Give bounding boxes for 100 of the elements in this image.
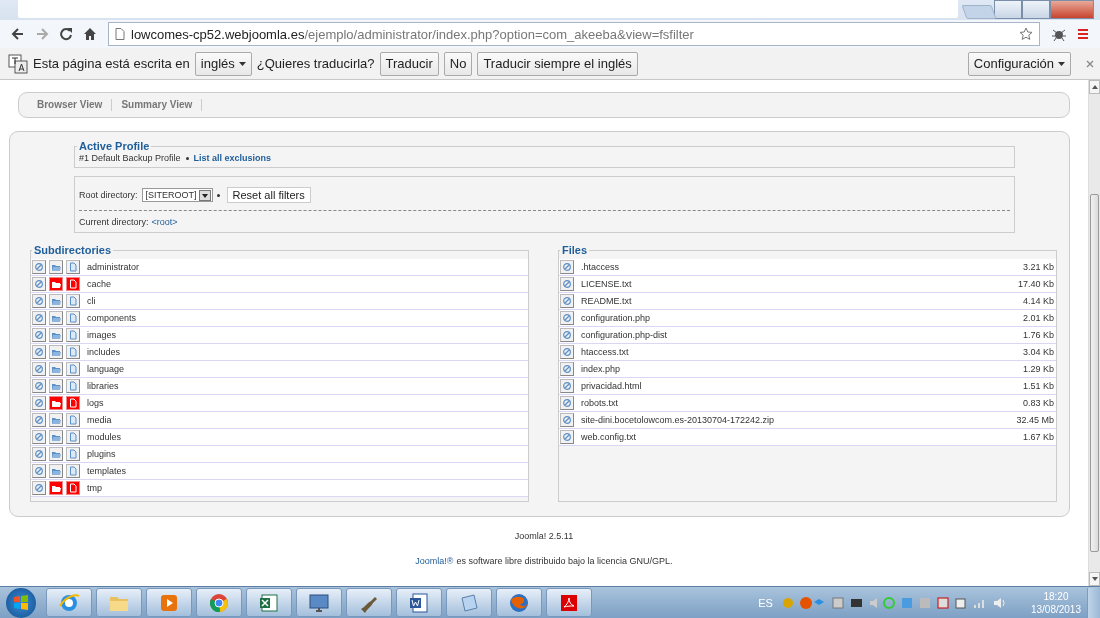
directory-name[interactable]: cli [87,296,96,306]
exclude-button[interactable] [560,345,574,359]
file-toggle-button[interactable] [66,413,80,427]
root-directory-dropdown[interactable]: [SITEROOT] [141,188,213,202]
folder-toggle-button[interactable] [49,447,63,461]
close-button[interactable] [1050,0,1094,19]
folder-toggle-button[interactable] [49,362,63,376]
scroll-up-button[interactable] [1089,80,1100,94]
exclude-button[interactable] [560,379,574,393]
close-icon [1086,59,1094,68]
exclude-button[interactable] [32,311,46,325]
directory-name[interactable]: logs [87,398,104,408]
view-tab[interactable]: Browser View [28,99,113,111]
exclude-button[interactable] [560,328,574,342]
folder-toggle-button[interactable] [49,311,63,325]
file-toggle-button[interactable] [66,396,80,410]
folder-toggle-button[interactable] [49,260,63,274]
file-toggle-button[interactable] [66,362,80,376]
exclude-button[interactable] [32,481,46,495]
translate-option-button[interactable]: Traducir [379,51,439,76]
taskbar-app-button[interactable] [496,588,542,617]
directory-name[interactable]: modules [87,432,122,442]
exclude-button[interactable] [32,277,46,291]
view-tab[interactable]: Summary View [112,99,203,111]
folder-toggle-button[interactable] [49,294,63,308]
file-toggle-button[interactable] [66,345,80,359]
file-toggle-button[interactable] [66,311,80,325]
directory-name[interactable]: administrator [87,262,140,272]
file-toggle-button[interactable] [66,430,80,444]
file-toggle-button[interactable] [66,328,80,342]
exclude-button[interactable] [32,362,46,376]
translate-option-button[interactable]: No [443,51,473,76]
exclude-button[interactable] [560,260,574,274]
language-dropdown[interactable]: inglés [194,51,252,76]
taskbar-app-button[interactable] [246,588,292,617]
taskbar-app-button[interactable] [396,588,442,617]
file-toggle-button[interactable] [66,294,80,308]
scrollbar-thumb[interactable] [1090,194,1099,552]
new-tab-button[interactable] [961,5,997,19]
scroll-down-button[interactable] [1089,572,1100,586]
exclude-button[interactable] [32,447,46,461]
exclude-button[interactable] [560,294,574,308]
directory-name[interactable]: cache [87,279,112,289]
taskbar-app-button[interactable] [46,588,92,617]
exclude-button[interactable] [560,362,574,376]
settings-dropdown[interactable]: Configuración [967,51,1071,76]
file-toggle-button[interactable] [66,277,80,291]
exclude-button[interactable] [560,311,574,325]
maximize-button[interactable] [1022,0,1050,19]
directory-name[interactable]: language [87,364,125,374]
start-button[interactable] [6,587,36,618]
folder-toggle-button[interactable] [49,328,63,342]
directory-name[interactable]: plugins [87,449,116,459]
file-toggle-button[interactable] [66,447,80,461]
directory-name[interactable]: media [87,415,112,425]
directory-name[interactable]: tmp [87,483,102,493]
scrollbar[interactable] [1088,80,1100,586]
directory-name[interactable]: templates [87,466,127,476]
folder-toggle-button[interactable] [49,396,63,410]
taskbar-app-button[interactable] [546,588,592,617]
directory-name[interactable]: libraries [87,381,119,391]
exclude-button[interactable] [32,379,46,393]
address-field[interactable]: lowcomes-cp52.webjoomla.es/ejemplo/administrator/index.php?option=com_akeeba&view=fsfilter [108,22,1040,46]
taskbar-app-button[interactable] [296,588,342,617]
exclude-button[interactable] [32,294,46,308]
file-toggle-button[interactable] [66,481,80,495]
exclude-button[interactable] [560,413,574,427]
translate-option-button[interactable]: Traducir siempre el inglés [477,51,638,76]
folder-toggle-button[interactable] [49,413,63,427]
exclude-button[interactable] [32,464,46,478]
exclude-button[interactable] [32,396,46,410]
exclude-button[interactable] [560,396,574,410]
directory-name[interactable]: components [87,313,137,323]
exclude-button[interactable] [32,328,46,342]
exclude-button[interactable] [32,345,46,359]
taskbar-app-button[interactable] [346,588,392,617]
file-size: 32.45 Mb [1016,415,1055,425]
folder-toggle-button[interactable] [49,430,63,444]
taskbar-app-button[interactable] [196,588,242,617]
exclusions-link[interactable]: List all exclusions [193,153,272,163]
file-toggle-button[interactable] [66,260,80,274]
folder-toggle-button[interactable] [49,345,63,359]
exclude-button[interactable] [32,413,46,427]
joomla-link[interactable]: Joomla!® [415,556,454,566]
folder-toggle-button[interactable] [49,464,63,478]
directory-name[interactable]: images [87,330,116,340]
exclude-button[interactable] [560,430,574,444]
exclude-button[interactable] [32,430,46,444]
minimize-button[interactable] [994,0,1022,19]
reset-filters-button[interactable]: Reset all filters [226,187,311,203]
current-directory-link[interactable]: <root> [151,217,178,227]
exclude-button[interactable] [32,260,46,274]
file-toggle-button[interactable] [66,379,80,393]
folder-toggle-button[interactable] [49,481,63,495]
file-toggle-button[interactable] [66,464,80,478]
directory-name[interactable]: includes [87,347,121,357]
folder-toggle-button[interactable] [49,277,63,291]
exclude-button[interactable] [560,277,574,291]
folder-icon [51,364,61,374]
folder-toggle-button[interactable] [49,379,63,393]
